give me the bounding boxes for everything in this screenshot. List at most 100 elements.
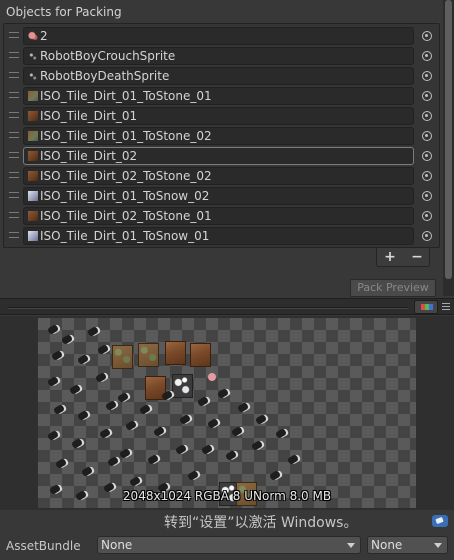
drag-handle-icon[interactable]	[9, 132, 19, 138]
drag-handle-icon[interactable]	[9, 112, 19, 118]
texture-icon	[28, 151, 38, 161]
object-field[interactable]: ISO_Tile_Dirt_01_ToSnow_01	[23, 227, 414, 245]
list-item: RobotBoyDeathSprite	[4, 66, 439, 86]
object-field-label: ISO_Tile_Dirt_01	[40, 109, 138, 123]
object-field[interactable]: 2	[23, 27, 414, 45]
target-icon	[422, 231, 432, 241]
tile-sprite	[172, 374, 193, 398]
tile-sprite	[165, 341, 186, 365]
list-item: 2	[4, 26, 439, 46]
texture-icon	[28, 111, 38, 121]
target-icon	[422, 131, 432, 141]
object-field[interactable]: RobotBoyDeathSprite	[23, 67, 414, 85]
target-icon	[422, 171, 432, 181]
pack-preview-button[interactable]: Pack Preview	[350, 279, 436, 297]
list-item-selected: ISO_Tile_Dirt_02	[4, 146, 439, 166]
drag-handle-icon[interactable]	[9, 152, 19, 158]
object-field-label: ISO_Tile_Dirt_01_ToStone_01	[40, 89, 212, 103]
list-item: ISO_Tile_Dirt_02_ToStone_01	[4, 206, 439, 226]
target-icon	[422, 91, 432, 101]
target-icon	[422, 211, 432, 221]
object-field[interactable]: ISO_Tile_Dirt_01	[23, 107, 414, 125]
drag-handle-icon[interactable]	[9, 212, 19, 218]
tile-sprite	[138, 343, 159, 367]
object-field-label: RobotBoyDeathSprite	[40, 69, 170, 83]
list-item: ISO_Tile_Dirt_01_ToStone_01	[4, 86, 439, 106]
color-channel-toggle-button[interactable]	[414, 300, 438, 314]
asset-bundle-label: AssetBundle	[6, 539, 81, 553]
drag-handle-icon[interactable]	[9, 32, 19, 38]
object-field-label: ISO_Tile_Dirt_02_ToStone_01	[40, 209, 212, 223]
texture-icon	[28, 91, 38, 101]
object-field[interactable]: ISO_Tile_Dirt_01_ToStone_02	[23, 127, 414, 145]
preview-menu-icon[interactable]	[441, 301, 451, 313]
target-icon	[422, 51, 432, 61]
asset-bundle-value: None	[101, 538, 133, 552]
drag-handle-icon[interactable]	[9, 72, 19, 78]
chevron-down-icon	[434, 543, 442, 548]
object-picker-button[interactable]	[417, 167, 437, 185]
list-item: RobotBoyCrouchSprite	[4, 46, 439, 66]
object-picker-button[interactable]	[417, 207, 437, 225]
object-picker-button[interactable]	[417, 47, 437, 65]
object-picker-button[interactable]	[417, 127, 437, 145]
tile-sprite	[112, 345, 133, 369]
object-picker-button[interactable]	[417, 147, 437, 165]
sprite-atlas-icon	[28, 31, 38, 41]
asset-bundle-dropdown[interactable]: None	[97, 536, 361, 554]
sprite-icon	[27, 71, 38, 81]
texture-icon	[28, 231, 38, 241]
object-field[interactable]: ISO_Tile_Dirt_01_ToSnow_02	[23, 187, 414, 205]
atlas-info-text: 2048x1024 RGBA 8 UNorm 8.0 MB	[122, 489, 332, 503]
objects-for-packing-list: 2 RobotBoyCrouchSprite RobotBoyDeathSpri…	[3, 23, 440, 248]
list-item: ISO_Tile_Dirt_01_ToSnow_01	[4, 226, 439, 246]
object-field-label: ISO_Tile_Dirt_01_ToStone_02	[40, 129, 212, 143]
target-icon	[422, 111, 432, 121]
drag-handle-icon[interactable]	[9, 172, 19, 178]
object-field-label: ISO_Tile_Dirt_02	[40, 149, 138, 163]
chevron-down-icon	[347, 543, 355, 548]
asset-bundle-variant-dropdown[interactable]: None	[367, 536, 448, 554]
target-icon	[422, 71, 432, 81]
object-field-label: ISO_Tile_Dirt_02_ToStone_02	[40, 169, 212, 183]
texture-icon	[28, 191, 38, 201]
object-picker-button[interactable]	[417, 67, 437, 85]
remove-item-button[interactable]: −	[404, 248, 430, 266]
inspector-scrollbar-thumb[interactable]	[445, 0, 452, 279]
texture-icon	[28, 171, 38, 181]
object-field[interactable]: RobotBoyCrouchSprite	[23, 47, 414, 65]
asset-bundle-variant-value: None	[371, 538, 403, 552]
objects-for-packing-title: Objects for Packing	[6, 5, 122, 19]
drag-handle-icon[interactable]	[9, 192, 19, 198]
target-icon	[422, 31, 432, 41]
object-field-label: 2	[40, 29, 48, 43]
object-picker-button[interactable]	[417, 87, 437, 105]
object-field[interactable]: ISO_Tile_Dirt_02	[23, 147, 414, 165]
list-item: ISO_Tile_Dirt_01_ToSnow_02	[4, 186, 439, 206]
object-picker-button[interactable]	[417, 187, 437, 205]
object-field-label: ISO_Tile_Dirt_01_ToSnow_01	[40, 229, 210, 243]
sprite-icon	[27, 51, 38, 61]
windows-activation-watermark: 转到“设置”以激活 Windows。	[164, 515, 358, 531]
object-field-label: RobotBoyCrouchSprite	[40, 49, 176, 63]
drag-handle-icon[interactable]	[9, 52, 19, 58]
object-picker-button[interactable]	[417, 27, 437, 45]
blue-channel-icon	[429, 304, 433, 310]
texture-icon	[28, 211, 38, 221]
list-add-remove-buttons: + −	[376, 248, 430, 267]
object-field-label: ISO_Tile_Dirt_01_ToSnow_02	[40, 189, 210, 203]
texture-icon	[28, 131, 38, 141]
object-picker-button[interactable]	[417, 227, 437, 245]
list-item: ISO_Tile_Dirt_01	[4, 106, 439, 126]
add-item-button[interactable]: +	[377, 248, 403, 266]
drag-handle-icon[interactable]	[9, 92, 19, 98]
object-field[interactable]: ISO_Tile_Dirt_01_ToStone_01	[23, 87, 414, 105]
target-icon	[422, 191, 432, 201]
object-picker-button[interactable]	[417, 107, 437, 125]
drag-handle-icon[interactable]	[9, 232, 19, 238]
asset-label-icon[interactable]	[432, 515, 448, 527]
object-field[interactable]: ISO_Tile_Dirt_02_ToStone_01	[23, 207, 414, 225]
atlas-texture-image	[38, 318, 416, 508]
preview-splitter[interactable]	[8, 307, 408, 309]
object-field[interactable]: ISO_Tile_Dirt_02_ToStone_02	[23, 167, 414, 185]
